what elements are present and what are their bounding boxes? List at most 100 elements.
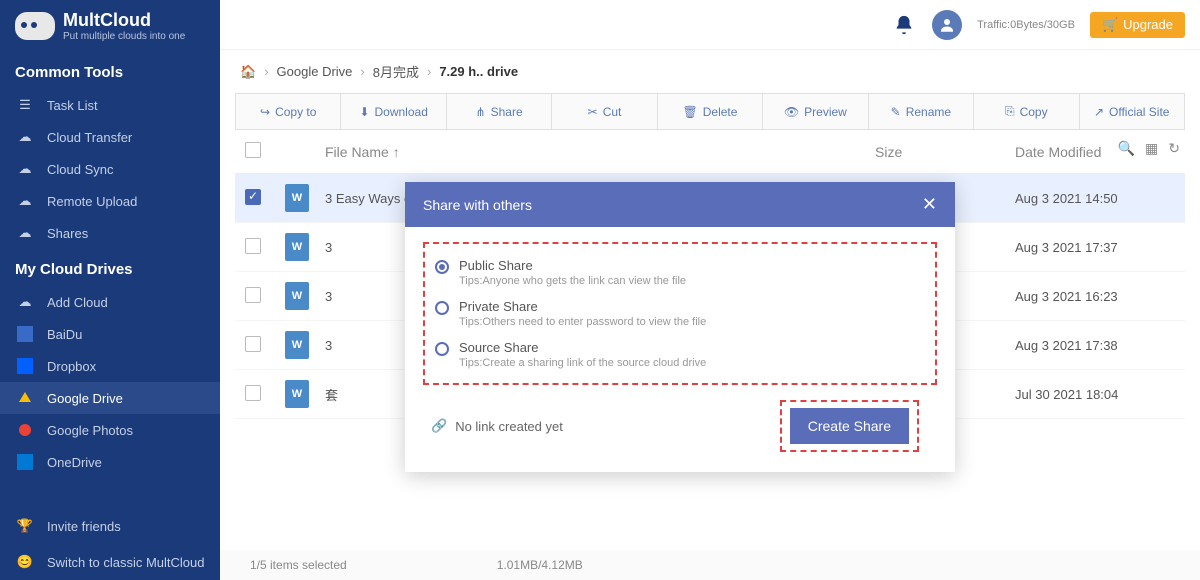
radio-icon bbox=[435, 342, 449, 356]
table-header: File Name ↑ Size Date Modified 🔍 ▦ ↻ bbox=[235, 130, 1185, 174]
google-photos-icon bbox=[15, 422, 35, 438]
sidebar-item-shares[interactable]: ☁Shares bbox=[0, 217, 220, 249]
preview-button[interactable]: 👁Preview bbox=[763, 94, 868, 129]
sidebar-item-add-cloud[interactable]: ☁Add Cloud bbox=[0, 286, 220, 318]
link-icon: 🔗 bbox=[431, 418, 447, 434]
switch-icon: 😊 bbox=[15, 554, 35, 570]
breadcrumb-link[interactable]: 8月完成 bbox=[373, 62, 419, 81]
sidebar-item-dropbox[interactable]: Dropbox bbox=[0, 350, 220, 382]
word-file-icon: W bbox=[285, 233, 309, 261]
trash-icon: 🗑 bbox=[683, 105, 698, 119]
row-checkbox[interactable] bbox=[245, 287, 261, 303]
google-drive-icon bbox=[15, 390, 35, 406]
logo-area: MultCloud Put multiple clouds into one bbox=[0, 0, 220, 52]
search-icon[interactable]: 🔍 bbox=[1118, 140, 1135, 157]
cart-icon: 🛒 bbox=[1102, 17, 1118, 33]
cut-icon: ✂ bbox=[588, 105, 598, 119]
invite-icon: 🏆 bbox=[15, 518, 35, 534]
selection-size: 1.01MB/4.12MB bbox=[497, 558, 583, 572]
delete-button[interactable]: 🗑Delete bbox=[658, 94, 763, 129]
sidebar: MultCloud Put multiple clouds into one C… bbox=[0, 0, 220, 580]
user-avatar[interactable] bbox=[932, 10, 962, 40]
breadcrumb-current: 7.29 h.. drive bbox=[439, 64, 518, 79]
create-share-button[interactable]: Create Share bbox=[790, 408, 909, 444]
column-size[interactable]: Size bbox=[875, 144, 1015, 160]
download-button[interactable]: ⬇Download bbox=[341, 94, 446, 129]
sidebar-item-switch-classic[interactable]: 😊Switch to classic MultCloud bbox=[0, 544, 220, 580]
eye-icon: 👁 bbox=[784, 105, 799, 119]
external-icon: ↗ bbox=[1094, 105, 1104, 119]
upgrade-button[interactable]: 🛒Upgrade bbox=[1090, 12, 1185, 38]
file-date: Aug 3 2021 14:50 bbox=[1015, 191, 1175, 206]
plus-cloud-icon: ☁ bbox=[15, 294, 35, 310]
file-date: Jul 30 2021 18:04 bbox=[1015, 387, 1175, 402]
link-status: 🔗 No link created yet bbox=[431, 418, 563, 434]
cut-button[interactable]: ✂Cut bbox=[552, 94, 657, 129]
option-source-share[interactable]: Source ShareTips:Create a sharing link o… bbox=[435, 334, 925, 375]
pencil-icon: ✎ bbox=[891, 105, 901, 119]
notifications-icon[interactable] bbox=[891, 12, 917, 38]
column-name[interactable]: File Name ↑ bbox=[325, 144, 875, 160]
home-icon[interactable]: 🏠 bbox=[240, 64, 256, 80]
modal-header: Share with others ✕ bbox=[405, 182, 955, 227]
option-public-share[interactable]: Public ShareTips:Anyone who gets the lin… bbox=[435, 252, 925, 293]
row-checkbox[interactable] bbox=[245, 336, 261, 352]
file-date: Aug 3 2021 17:37 bbox=[1015, 240, 1175, 255]
row-checkbox[interactable] bbox=[245, 238, 261, 254]
sidebar-item-remote-upload[interactable]: ☁Remote Upload bbox=[0, 185, 220, 217]
share-icon: ☁ bbox=[15, 225, 35, 241]
section-my-cloud-drives: My Cloud Drives bbox=[0, 249, 220, 286]
sidebar-item-google-photos[interactable]: Google Photos bbox=[0, 414, 220, 446]
share-button[interactable]: ⋔Share bbox=[447, 94, 552, 129]
sidebar-item-cloud-sync[interactable]: ☁Cloud Sync bbox=[0, 153, 220, 185]
word-file-icon: W bbox=[285, 331, 309, 359]
share-modal: Share with others ✕ Public ShareTips:Any… bbox=[405, 182, 955, 472]
dropbox-icon bbox=[15, 358, 35, 374]
cloud-icon: ☁ bbox=[15, 129, 35, 145]
selection-count: 1/5 items selected bbox=[250, 558, 347, 572]
word-file-icon: W bbox=[285, 380, 309, 408]
list-icon: ☰ bbox=[15, 97, 35, 113]
status-bar: 1/5 items selected 1.01MB/4.12MB bbox=[220, 550, 1200, 580]
upload-icon: ☁ bbox=[15, 193, 35, 209]
sidebar-item-cloud-transfer[interactable]: ☁Cloud Transfer bbox=[0, 121, 220, 153]
copy-to-button[interactable]: ↪Copy to bbox=[236, 94, 341, 129]
breadcrumb-link[interactable]: Google Drive bbox=[277, 64, 353, 79]
share-options: Public ShareTips:Anyone who gets the lin… bbox=[423, 242, 937, 385]
brand-subtitle: Put multiple clouds into one bbox=[63, 31, 185, 42]
file-date: Aug 3 2021 16:23 bbox=[1015, 289, 1175, 304]
file-date: Aug 3 2021 17:38 bbox=[1015, 338, 1175, 353]
copy-icon: ⎘ bbox=[1005, 104, 1015, 119]
copy-button[interactable]: ⎘Copy bbox=[974, 94, 1079, 129]
modal-title: Share with others bbox=[423, 197, 532, 213]
arrow-icon: ↪ bbox=[260, 105, 270, 119]
close-icon[interactable]: ✕ bbox=[922, 194, 937, 215]
sidebar-item-onedrive[interactable]: OneDrive bbox=[0, 446, 220, 478]
select-all-checkbox[interactable] bbox=[245, 142, 261, 158]
rename-button[interactable]: ✎Rename bbox=[869, 94, 974, 129]
row-checkbox[interactable] bbox=[245, 189, 261, 205]
sidebar-item-google-drive[interactable]: Google Drive bbox=[0, 382, 220, 414]
share-icon: ⋔ bbox=[476, 105, 486, 119]
row-checkbox[interactable] bbox=[245, 385, 261, 401]
word-file-icon: W bbox=[285, 282, 309, 310]
brand-title: MultCloud bbox=[63, 10, 185, 31]
sync-icon: ☁ bbox=[15, 161, 35, 177]
section-common-tools: Common Tools bbox=[0, 52, 220, 89]
sidebar-item-invite-friends[interactable]: 🏆Invite friends bbox=[0, 508, 220, 544]
refresh-icon[interactable]: ↻ bbox=[1168, 140, 1180, 157]
cloud-logo-icon bbox=[15, 12, 55, 40]
word-file-icon: W bbox=[285, 184, 309, 212]
sort-asc-icon: ↑ bbox=[393, 144, 400, 160]
radio-icon bbox=[435, 301, 449, 315]
sidebar-item-task-list[interactable]: ☰Task List bbox=[0, 89, 220, 121]
traffic-display: Traffic:0Bytes/30GB bbox=[977, 19, 1075, 31]
official-site-button[interactable]: ↗Official Site bbox=[1080, 94, 1184, 129]
download-icon: ⬇ bbox=[359, 105, 369, 119]
option-private-share[interactable]: Private ShareTips:Others need to enter p… bbox=[435, 293, 925, 334]
topbar: Traffic:0Bytes/30GB 🛒Upgrade bbox=[220, 0, 1200, 50]
grid-view-icon[interactable]: ▦ bbox=[1145, 140, 1158, 157]
onedrive-icon bbox=[15, 454, 35, 470]
baidu-icon bbox=[15, 326, 35, 342]
sidebar-item-baidu[interactable]: BaiDu bbox=[0, 318, 220, 350]
